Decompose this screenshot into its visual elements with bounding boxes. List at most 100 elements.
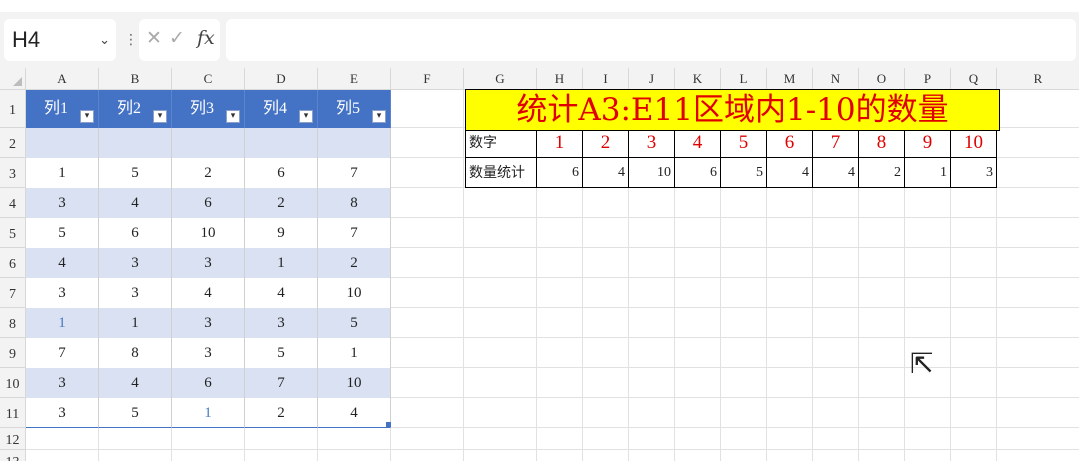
grid-cell[interactable]	[951, 338, 997, 368]
row-header-11[interactable]: 11	[0, 398, 26, 428]
grid-cell[interactable]	[859, 368, 905, 398]
row-header-8[interactable]: 8	[0, 308, 26, 338]
table-cell[interactable]	[99, 128, 172, 158]
table-cell[interactable]: 4	[26, 248, 99, 278]
grid-cell[interactable]	[26, 428, 99, 450]
grid-cell[interactable]	[464, 398, 537, 428]
grid-cell[interactable]	[997, 338, 1079, 368]
table-cell[interactable]	[172, 128, 245, 158]
grid-cell[interactable]	[997, 398, 1079, 428]
chevron-down-icon[interactable]: ⌄	[99, 19, 110, 61]
count-cell[interactable]: 6	[537, 158, 583, 188]
table-cell[interactable]: 7	[245, 368, 318, 398]
table-cell[interactable]: 1	[26, 308, 99, 338]
grid-cell[interactable]	[537, 278, 583, 308]
number-cell[interactable]: 7	[813, 128, 859, 158]
count-cell[interactable]: 10	[629, 158, 675, 188]
grid-cell[interactable]	[813, 428, 859, 450]
grid-cell[interactable]	[629, 188, 675, 218]
table-cell[interactable]: 9	[245, 218, 318, 248]
count-cell[interactable]: 4	[813, 158, 859, 188]
grid-cell[interactable]	[951, 188, 997, 218]
grid-cell[interactable]	[464, 188, 537, 218]
table-cell[interactable]: 1	[26, 158, 99, 188]
grid-cell[interactable]	[629, 248, 675, 278]
filter-dropdown-icon[interactable]: ▾	[372, 110, 386, 123]
table-cell[interactable]: 10	[318, 368, 391, 398]
grid-cell[interactable]	[813, 338, 859, 368]
column-header-q[interactable]: Q	[951, 68, 997, 90]
grid-cell[interactable]	[905, 188, 951, 218]
table-cell[interactable]: 5	[99, 398, 172, 428]
grid-cell[interactable]	[629, 428, 675, 450]
grid-cell[interactable]	[391, 90, 464, 128]
grid-cell[interactable]	[629, 278, 675, 308]
grid-cell[interactable]	[767, 278, 813, 308]
grid-cell[interactable]	[583, 428, 629, 450]
grid-cell[interactable]	[537, 398, 583, 428]
table-cell[interactable]: 2	[245, 398, 318, 428]
grid-cell[interactable]	[675, 278, 721, 308]
filter-dropdown-icon[interactable]: ▾	[226, 110, 240, 123]
grid-cell[interactable]	[721, 308, 767, 338]
grid-cell[interactable]	[905, 428, 951, 450]
grid-cell[interactable]	[905, 248, 951, 278]
table-cell[interactable]: 3	[245, 308, 318, 338]
grid-cell[interactable]	[905, 308, 951, 338]
row-header-10[interactable]: 10	[0, 368, 26, 398]
number-cell[interactable]: 6	[767, 128, 813, 158]
grid-cell[interactable]	[859, 248, 905, 278]
number-cell[interactable]: 10	[951, 128, 997, 158]
grid-cell[interactable]	[721, 428, 767, 450]
row-header-6[interactable]: 6	[0, 248, 26, 278]
table-cell[interactable]: 3	[99, 278, 172, 308]
grid-cell[interactable]	[675, 398, 721, 428]
grid-cell[interactable]	[997, 218, 1079, 248]
table-cell[interactable]: 6	[172, 368, 245, 398]
grid-cell[interactable]	[951, 428, 997, 450]
table-header-cell[interactable]: 列4 ▾	[245, 90, 318, 128]
filter-dropdown-icon[interactable]: ▾	[80, 110, 94, 123]
select-all-button[interactable]	[0, 68, 26, 90]
grid-cell[interactable]	[464, 450, 537, 461]
grid-cell[interactable]	[997, 450, 1079, 461]
grid-cell[interactable]	[391, 338, 464, 368]
grid-cell[interactable]	[391, 278, 464, 308]
insert-function-button[interactable]: fx	[197, 27, 215, 49]
grid-cell[interactable]	[583, 188, 629, 218]
grid-cell[interactable]	[813, 188, 859, 218]
grid-cell[interactable]	[859, 338, 905, 368]
grid-cell[interactable]	[859, 398, 905, 428]
grid-cell[interactable]	[905, 398, 951, 428]
table-cell[interactable]: 5	[26, 218, 99, 248]
grid-cell[interactable]	[464, 428, 537, 450]
formula-input[interactable]	[226, 19, 1076, 61]
grid-cell[interactable]	[464, 308, 537, 338]
grid-cell[interactable]	[859, 308, 905, 338]
grid-cell[interactable]	[583, 398, 629, 428]
grid-cell[interactable]	[905, 278, 951, 308]
grid-cell[interactable]	[391, 218, 464, 248]
grid-cell[interactable]	[675, 188, 721, 218]
grid-cell[interactable]	[675, 338, 721, 368]
grid-cell[interactable]	[26, 450, 99, 461]
table-cell[interactable]: 4	[172, 278, 245, 308]
grid-cell[interactable]	[583, 218, 629, 248]
table-cell[interactable]: 1	[245, 248, 318, 278]
number-cell[interactable]: 9	[905, 128, 951, 158]
table-cell[interactable]: 3	[26, 398, 99, 428]
grid-cell[interactable]	[537, 248, 583, 278]
grid-cell[interactable]	[629, 218, 675, 248]
table-cell[interactable]: 7	[318, 218, 391, 248]
grid-cell[interactable]	[675, 368, 721, 398]
grid-cell[interactable]	[464, 278, 537, 308]
table-cell[interactable]: 3	[172, 248, 245, 278]
more-options-icon[interactable]: ⋮	[124, 32, 138, 48]
grid-cell[interactable]	[675, 308, 721, 338]
grid-cell[interactable]	[464, 338, 537, 368]
grid-cell[interactable]	[997, 368, 1079, 398]
grid-cell[interactable]	[629, 368, 675, 398]
table-header-cell[interactable]: 列3 ▾	[172, 90, 245, 128]
grid-cell[interactable]	[583, 308, 629, 338]
table-cell[interactable]: 1	[99, 308, 172, 338]
